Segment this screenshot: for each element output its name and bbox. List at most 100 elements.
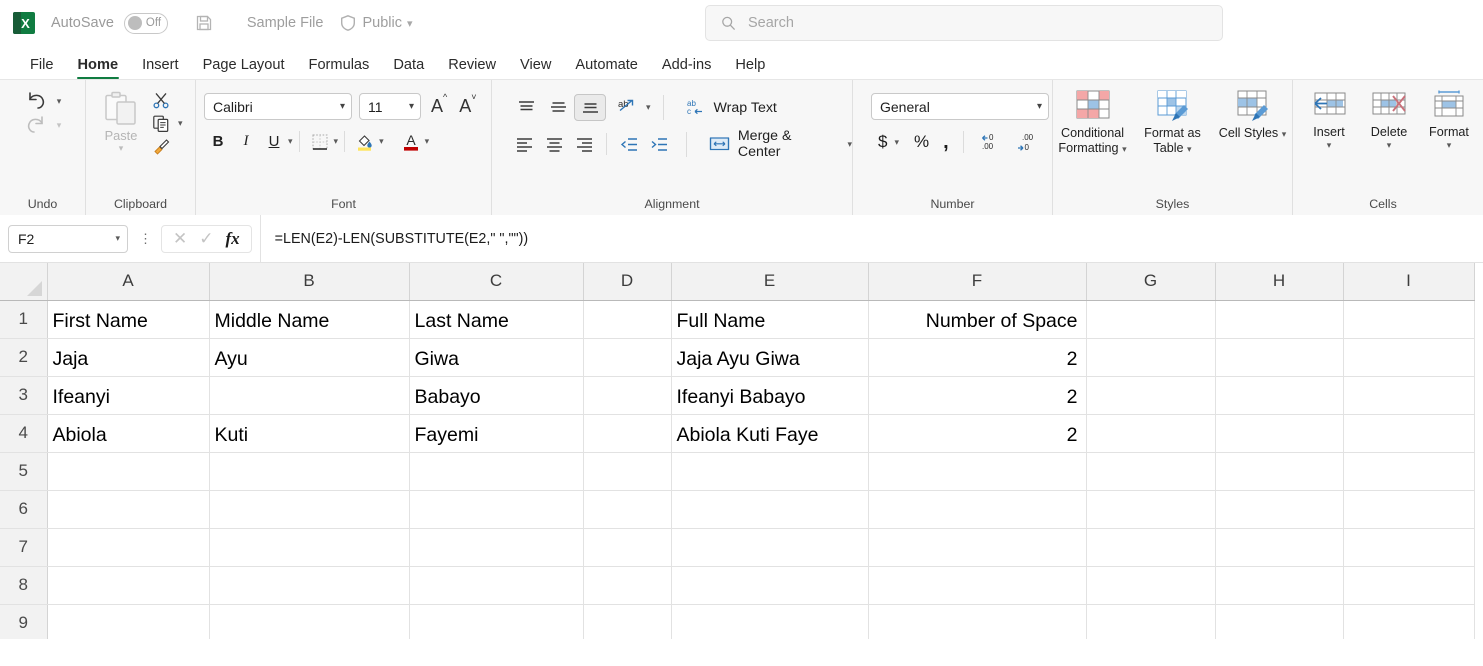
row-header-2[interactable]: 2: [0, 338, 47, 376]
cell-A1[interactable]: First Name: [47, 300, 209, 338]
cell-B4[interactable]: Kuti: [209, 414, 409, 452]
cell-F7[interactable]: [868, 528, 1086, 566]
column-header-e[interactable]: E: [671, 263, 868, 300]
redo-button[interactable]: ▾: [24, 114, 62, 136]
cell-A4[interactable]: Abiola: [47, 414, 209, 452]
autosave-toggle[interactable]: Off: [124, 13, 168, 34]
sensitivity-label-button[interactable]: Public ▾: [339, 14, 412, 32]
align-bottom-button[interactable]: [574, 94, 606, 121]
undo-chevron-down-icon[interactable]: ▾: [57, 97, 62, 106]
format-painter-button[interactable]: [152, 137, 183, 156]
underline-chevron-down-icon[interactable]: ▾: [288, 137, 293, 146]
conditional-formatting-chevron-down-icon[interactable]: ▾: [1122, 144, 1127, 154]
increase-indent-button[interactable]: [644, 131, 674, 158]
delete-cells-chevron-down-icon[interactable]: ▾: [1387, 141, 1392, 150]
accounting-chevron-down-icon[interactable]: ▾: [894, 138, 899, 147]
increase-decimal-button[interactable]: .00 0: [1007, 129, 1043, 155]
cell-C6[interactable]: [409, 490, 583, 528]
formula-bar-handle[interactable]: ⋮: [139, 235, 152, 243]
tab-data[interactable]: Data: [381, 58, 436, 79]
cell-B5[interactable]: [209, 452, 409, 490]
cell-H5[interactable]: [1215, 452, 1343, 490]
insert-cells-button[interactable]: Insert ▾: [1301, 89, 1357, 150]
cell-G3[interactable]: [1086, 376, 1215, 414]
align-middle-button[interactable]: [542, 94, 574, 121]
cell-A8[interactable]: [47, 566, 209, 604]
cell-D6[interactable]: [583, 490, 671, 528]
cell-B6[interactable]: [209, 490, 409, 528]
cell-G4[interactable]: [1086, 414, 1215, 452]
copy-chevron-down-icon[interactable]: ▾: [178, 119, 183, 128]
cell-C2[interactable]: Giwa: [409, 338, 583, 376]
merge-center-button[interactable]: Merge & Center ▾: [709, 128, 852, 160]
cell-styles-button[interactable]: Cell Styles ▾: [1215, 89, 1291, 141]
tab-insert[interactable]: Insert: [130, 58, 191, 79]
cell-D8[interactable]: [583, 566, 671, 604]
cell-C8[interactable]: [409, 566, 583, 604]
cell-I3[interactable]: [1343, 376, 1474, 414]
cell-F8[interactable]: [868, 566, 1086, 604]
tab-review[interactable]: Review: [436, 58, 508, 79]
tab-home[interactable]: Home: [66, 58, 131, 79]
underline-button[interactable]: U: [260, 129, 288, 154]
cell-H1[interactable]: [1215, 300, 1343, 338]
cell-E7[interactable]: [671, 528, 868, 566]
cell-A6[interactable]: [47, 490, 209, 528]
merge-center-chevron-down-icon[interactable]: ▾: [847, 140, 852, 149]
fill-color-button[interactable]: [351, 129, 379, 154]
undo-button[interactable]: ▾: [24, 90, 62, 112]
format-cells-button[interactable]: Format ▾: [1421, 89, 1477, 150]
delete-cells-button[interactable]: Delete ▾: [1361, 89, 1417, 150]
tab-help[interactable]: Help: [723, 58, 777, 79]
font-color-chevron-down-icon[interactable]: ▾: [425, 137, 430, 146]
cell-C1[interactable]: Last Name: [409, 300, 583, 338]
cell-E2[interactable]: Jaja Ayu Giwa: [671, 338, 868, 376]
tab-file[interactable]: File: [18, 58, 66, 79]
cell-F2[interactable]: 2: [868, 338, 1086, 376]
cell-A2[interactable]: Jaja: [47, 338, 209, 376]
cell-H4[interactable]: [1215, 414, 1343, 452]
cell-A3[interactable]: Ifeanyi: [47, 376, 209, 414]
tab-add-ins[interactable]: Add-ins: [650, 58, 723, 79]
column-header-f[interactable]: F: [868, 263, 1086, 300]
cell-E1[interactable]: Full Name: [671, 300, 868, 338]
format-as-table-button[interactable]: Format as Table ▾: [1135, 89, 1211, 156]
row-header-4[interactable]: 4: [0, 414, 47, 452]
cell-C4[interactable]: Fayemi: [409, 414, 583, 452]
column-header-g[interactable]: G: [1086, 263, 1215, 300]
select-all-corner[interactable]: [0, 263, 47, 300]
font-size-select[interactable]: 11 ▾: [359, 93, 421, 120]
column-header-b[interactable]: B: [209, 263, 409, 300]
cell-F1[interactable]: Number of Space: [868, 300, 1086, 338]
cell-F9[interactable]: [868, 604, 1086, 639]
wrap-text-button[interactable]: ab c Wrap Text: [686, 98, 777, 117]
row-header-1[interactable]: 1: [0, 300, 47, 338]
cell-G5[interactable]: [1086, 452, 1215, 490]
cell-A7[interactable]: [47, 528, 209, 566]
font-color-button[interactable]: A: [397, 129, 425, 154]
cell-I8[interactable]: [1343, 566, 1474, 604]
cell-G1[interactable]: [1086, 300, 1215, 338]
cell-D9[interactable]: [583, 604, 671, 639]
cell-F5[interactable]: [868, 452, 1086, 490]
format-as-table-chevron-down-icon[interactable]: ▾: [1187, 144, 1192, 154]
row-header-7[interactable]: 7: [0, 528, 47, 566]
fx-icon[interactable]: fx: [226, 229, 240, 249]
align-center-button[interactable]: [540, 131, 570, 158]
cell-D1[interactable]: [583, 300, 671, 338]
cell-C7[interactable]: [409, 528, 583, 566]
cell-I6[interactable]: [1343, 490, 1474, 528]
cell-G8[interactable]: [1086, 566, 1215, 604]
cell-C3[interactable]: Babayo: [409, 376, 583, 414]
cell-E6[interactable]: [671, 490, 868, 528]
conditional-formatting-button[interactable]: Conditional Formatting ▾: [1055, 89, 1131, 156]
tab-automate[interactable]: Automate: [563, 58, 649, 79]
file-name[interactable]: Sample File: [247, 15, 324, 31]
italic-button[interactable]: I: [232, 129, 260, 154]
cell-F3[interactable]: 2: [868, 376, 1086, 414]
cell-E4[interactable]: Abiola Kuti Faye: [671, 414, 868, 452]
orientation-chevron-down-icon[interactable]: ▾: [646, 103, 651, 112]
cell-D2[interactable]: [583, 338, 671, 376]
search-box[interactable]: Search: [705, 5, 1223, 41]
cell-D4[interactable]: [583, 414, 671, 452]
